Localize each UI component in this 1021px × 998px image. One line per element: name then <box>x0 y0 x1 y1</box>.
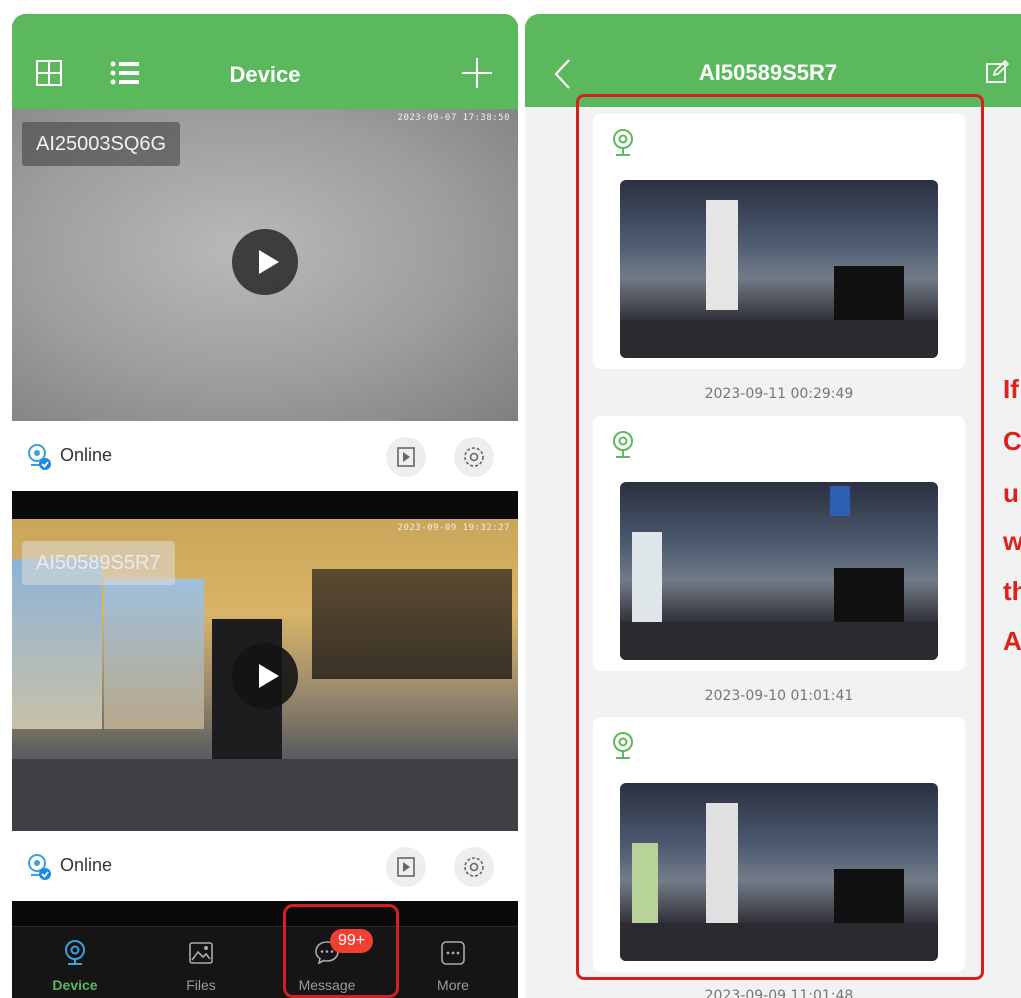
annotation-fragment: th <box>1003 576 1021 606</box>
playback-button[interactable] <box>386 437 426 477</box>
window-pane <box>104 579 204 729</box>
camera-card: 2023-09-09 19:32:27 AI50589S5R7 Online <box>12 519 518 901</box>
floor <box>12 759 518 831</box>
camera-icon <box>65 940 85 965</box>
annotation-fragment: If <box>1003 374 1019 404</box>
bottom-tab-bar: Device Files 99+ Message More <box>12 926 518 998</box>
play-live-button[interactable] <box>232 229 298 295</box>
camera-online-icon <box>28 854 51 880</box>
playback-icon <box>397 447 415 467</box>
alert-time: 2023-09-09 11:01:48 <box>704 988 854 998</box>
camera-timestamp: 2023-09-09 19:32:27 <box>397 523 510 533</box>
camera-live-preview[interactable]: 2023-09-07 17:38:50 AI25003SQ6G <box>12 109 518 421</box>
message-screen: AI50589S5R7 2023-09-11 00:29:49 2023-09-… <box>525 14 1021 998</box>
device-header: Device <box>12 14 518 109</box>
annotation-fragment: w <box>1003 526 1021 556</box>
page-title: Device <box>229 62 301 87</box>
tab-more[interactable]: More <box>390 927 516 998</box>
gear-icon <box>464 447 484 467</box>
camera-timestamp: 2023-09-07 17:38:50 <box>397 113 510 123</box>
message-list-highlight <box>576 94 984 980</box>
camera-name: AI25003SQ6G <box>22 122 181 166</box>
device-screen: Device 2023-09-07 17:38:50 AI25003SQ6G O… <box>12 14 518 998</box>
add-device-icon[interactable] <box>462 58 492 88</box>
camera-status-bar: Online <box>12 831 518 901</box>
page-title: AI50589S5R7 <box>698 60 838 85</box>
tab-label: Device <box>52 977 98 993</box>
tab-device[interactable]: Device <box>12 927 138 998</box>
annotation-fragment: A <box>1003 626 1021 656</box>
camera-live-preview[interactable]: 2023-09-09 19:32:27 AI50589S5R7 <box>12 519 518 831</box>
playback-button[interactable] <box>386 847 426 887</box>
tab-label: Files <box>186 977 216 993</box>
tab-label: More <box>437 977 469 993</box>
image-icon <box>189 942 213 964</box>
camera-online-icon <box>28 444 51 470</box>
camera-status-text: Online <box>60 855 113 875</box>
camera-status-text: Online <box>60 445 113 465</box>
more-dots-icon <box>441 941 465 965</box>
camera-status-bar: Online <box>12 421 518 491</box>
camera-settings-button[interactable] <box>454 437 494 477</box>
camera-name: AI50589S5R7 <box>22 541 175 585</box>
camera-card: 2023-09-07 17:38:50 AI25003SQ6G Online <box>12 109 518 491</box>
annotation-fragment: u <box>1003 478 1019 508</box>
camera-settings-button[interactable] <box>454 847 494 887</box>
product-wall <box>312 569 512 679</box>
edit-icon[interactable] <box>985 60 1009 84</box>
screenshot-stage: Device 2023-09-07 17:38:50 AI25003SQ6G O… <box>0 0 1021 998</box>
play-live-button[interactable] <box>232 643 298 709</box>
tab-files[interactable]: Files <box>138 927 264 998</box>
playback-icon <box>397 857 415 877</box>
annotation-fragment: C <box>1003 426 1021 456</box>
message-tab-highlight <box>283 904 399 998</box>
gear-icon <box>464 857 484 877</box>
